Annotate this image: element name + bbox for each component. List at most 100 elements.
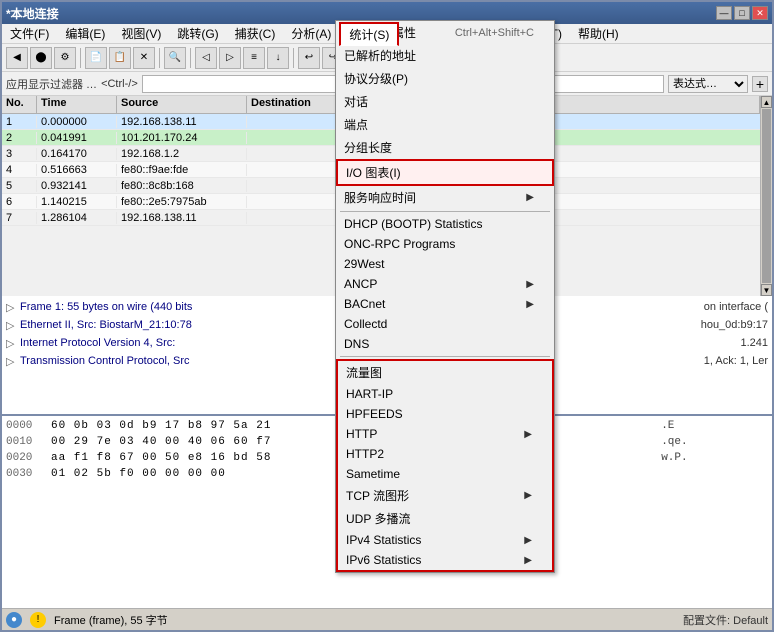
cell-no: 7	[2, 212, 37, 224]
hex-offset: 0030	[6, 468, 51, 480]
status-right: 配置文件: Default	[683, 612, 768, 628]
toolbar-btn-8[interactable]: ◁	[195, 47, 217, 69]
dropdown-item[interactable]: DHCP (BOOTP) Statistics	[336, 214, 554, 234]
toolbar-btn-11[interactable]: ↓	[267, 47, 289, 69]
toolbar-btn-2[interactable]: ⬤	[30, 47, 52, 69]
dropdown-item[interactable]: 对话	[336, 90, 554, 113]
status-icon-2: !	[30, 612, 46, 628]
detail-right-ethernet: hou_0d:b9:17	[701, 319, 768, 331]
scroll-up-arrow[interactable]: ▲	[761, 96, 772, 108]
toolbar-btn-12[interactable]: ↩	[298, 47, 320, 69]
toolbar-btn-10[interactable]: ≡	[243, 47, 265, 69]
filter-add-button[interactable]: +	[752, 76, 768, 92]
detail-text-ip: Internet Protocol Version 4, Src:	[20, 337, 175, 349]
menu-analyze[interactable]: 分析(A)	[283, 23, 339, 44]
dropdown-item-label: HPFEEDS	[346, 407, 403, 421]
dropdown-item[interactable]: 29West	[336, 254, 554, 274]
dropdown-item[interactable]: 服务响应时间▶	[336, 186, 554, 209]
toolbar-sep-3	[190, 48, 191, 68]
dropdown-item-arrow: ▶	[524, 555, 532, 566]
dropdown-item-label: 端点	[344, 116, 368, 133]
dropdown-item-label: 分组长度	[344, 139, 392, 156]
filter-expression-combo[interactable]: 表达式…	[668, 75, 748, 93]
cell-time: 0.516663	[37, 164, 117, 176]
dropdown-item[interactable]: BACnet▶	[336, 294, 554, 314]
minimize-button[interactable]: —	[716, 6, 732, 20]
dropdown-item[interactable]: ANCP▶	[336, 274, 554, 294]
col-header-time[interactable]: Time	[37, 96, 117, 113]
dropdown-item-label: TCP 流图形	[346, 487, 409, 504]
hex-offset: 0010	[6, 436, 51, 448]
cell-src: fe80::f9ae:fde	[117, 164, 247, 176]
dropdown-item[interactable]: 已解析的地址	[336, 44, 554, 67]
toolbar-btn-3[interactable]: ⚙	[54, 47, 76, 69]
dropdown-item[interactable]: TCP 流图形▶	[338, 484, 552, 507]
hex-ascii: w.P.	[648, 452, 768, 464]
dropdown-separator	[340, 356, 550, 357]
detail-text-ethernet: Ethernet II, Src: BiostarM_21:10:78	[20, 319, 192, 331]
dropdown-item[interactable]: IPv6 Statistics▶	[338, 550, 552, 570]
dropdown-item[interactable]: 协议分级(P)	[336, 67, 554, 90]
close-button[interactable]: ✕	[752, 6, 768, 20]
menu-view[interactable]: 视图(V)	[113, 23, 169, 44]
menu-capture[interactable]: 捕获(C)	[227, 23, 284, 44]
cell-time: 0.041991	[37, 132, 117, 144]
scroll-thumb[interactable]	[762, 109, 771, 283]
dropdown-item[interactable]: HPFEEDS	[338, 404, 552, 424]
col-header-source[interactable]: Source	[117, 96, 247, 113]
dropdown-item-label: ONC-RPC Programs	[344, 237, 455, 251]
dropdown-item-label: UDP 多播流	[346, 510, 410, 527]
detail-text-tcp: Transmission Control Protocol, Src	[20, 355, 190, 367]
dropdown-separator	[340, 211, 550, 212]
status-text: Frame (frame), 55 字节	[54, 612, 675, 628]
dropdown-item[interactable]: ONC-RPC Programs	[336, 234, 554, 254]
dropdown-item-label: BACnet	[344, 297, 385, 311]
cell-src: fe80::2e5:7975ab	[117, 196, 247, 208]
filter-label: 应用显示过滤器 …	[6, 76, 97, 92]
packet-list-scrollbar[interactable]: ▲ ▼	[760, 96, 772, 296]
dropdown-item[interactable]: 端点	[336, 113, 554, 136]
toolbar-btn-5[interactable]: 📋	[109, 47, 131, 69]
dropdown-item[interactable]: HTTP2	[338, 444, 552, 464]
dropdown-item-label: Collectd	[344, 317, 387, 331]
dropdown-item[interactable]: Collectd	[336, 314, 554, 334]
menu-stats[interactable]: 统计(S)	[339, 22, 399, 46]
col-header-no[interactable]: No.	[2, 96, 37, 113]
cell-no: 5	[2, 180, 37, 192]
menu-jump[interactable]: 跳转(G)	[169, 23, 226, 44]
cell-no: 1	[2, 116, 37, 128]
dropdown-item[interactable]: HART-IP	[338, 384, 552, 404]
cell-src: 101.201.170.24	[117, 132, 247, 144]
dropdown-item-label: HTTP2	[346, 447, 384, 461]
detail-text-frame: Frame 1: 55 bytes on wire (440 bits	[20, 301, 192, 313]
toolbar-btn-1[interactable]: ◀	[6, 47, 28, 69]
toolbar-btn-4[interactable]: 📄	[85, 47, 107, 69]
scroll-down-arrow[interactable]: ▼	[761, 284, 772, 296]
menu-bar: 文件(F) 编辑(E) 视图(V) 跳转(G) 捕获(C) 分析(A) 统计(S…	[2, 24, 772, 44]
dropdown-item[interactable]: 分组长度	[336, 136, 554, 159]
dropdown-item[interactable]: 流量图	[338, 361, 552, 384]
toolbar-btn-7[interactable]: 🔍	[164, 47, 186, 69]
dropdown-item[interactable]: DNS	[336, 334, 554, 354]
toolbar-btn-9[interactable]: ▷	[219, 47, 241, 69]
toolbar-btn-6[interactable]: ✕	[133, 47, 155, 69]
hex-offset: 0020	[6, 452, 51, 464]
cell-no: 6	[2, 196, 37, 208]
cell-time: 0.164170	[37, 148, 117, 160]
dropdown-item[interactable]: IPv4 Statistics▶	[338, 530, 552, 550]
hex-ascii: .E	[648, 420, 768, 432]
menu-edit[interactable]: 编辑(E)	[57, 23, 113, 44]
menu-file[interactable]: 文件(F)	[2, 23, 57, 44]
cell-time: 0.932141	[37, 180, 117, 192]
dropdown-item[interactable]: Sametime	[338, 464, 552, 484]
dropdown-item-label: DNS	[344, 337, 369, 351]
dropdown-item[interactable]: HTTP▶	[338, 424, 552, 444]
dropdown-item-label: I/O 图表(I)	[346, 164, 401, 181]
cell-src: 192.168.138.11	[117, 212, 247, 224]
dropdown-item[interactable]: I/O 图表(I)	[336, 159, 554, 186]
maximize-button[interactable]: □	[734, 6, 750, 20]
menu-help[interactable]: 帮助(H)	[570, 23, 627, 44]
dropdown-item-label: IPv4 Statistics	[346, 533, 421, 547]
dropdown-item[interactable]: UDP 多播流	[338, 507, 552, 530]
cell-time: 1.286104	[37, 212, 117, 224]
